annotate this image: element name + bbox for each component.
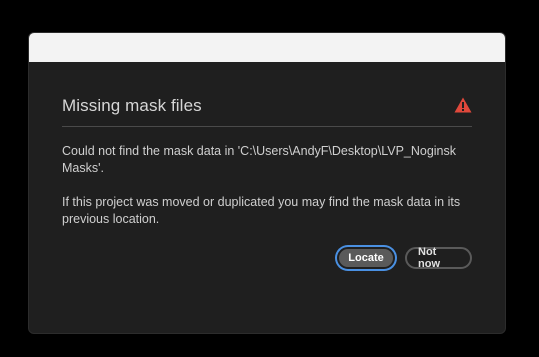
- dialog-message: Could not find the mask data in 'C:\User…: [62, 143, 472, 228]
- locate-button[interactable]: Locate: [337, 247, 395, 269]
- message-paragraph-hint: If this project was moved or duplicated …: [62, 195, 461, 226]
- missing-mask-dialog: Missing mask files Could not find the ma…: [28, 32, 506, 334]
- dialog-buttons: Locate Not now: [337, 246, 472, 270]
- dialog-titlebar[interactable]: [29, 33, 505, 62]
- warning-icon: [454, 97, 472, 113]
- dialog-header: Missing mask files: [62, 96, 472, 127]
- dialog-body: Missing mask files Could not find the ma…: [29, 96, 505, 228]
- dialog-title: Missing mask files: [62, 96, 202, 115]
- not-now-button[interactable]: Not now: [405, 246, 472, 270]
- message-paragraph-path: Could not find the mask data in 'C:\User…: [62, 144, 457, 175]
